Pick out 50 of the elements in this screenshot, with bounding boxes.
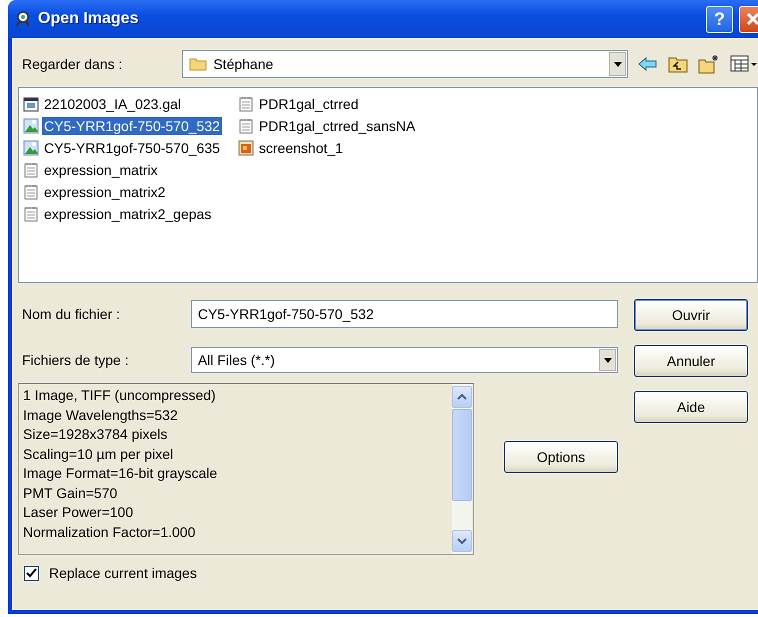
help-button[interactable]: Aide <box>634 391 748 423</box>
info-line: Scaling=10 µm per pixel <box>23 444 174 464</box>
image-file-icon <box>23 118 39 134</box>
info-line: Image Wavelengths=532 <box>23 406 179 425</box>
checkbox-label: Replace current images <box>49 565 197 581</box>
look-in-dropdown[interactable]: Stéphane <box>182 50 628 78</box>
info-line: 1 Image, TIFF (uncompressed) <box>23 386 217 405</box>
help-button[interactable]: ? <box>706 6 733 32</box>
file-item[interactable]: PDR1gal_ctrred <box>256 95 360 113</box>
scroll-up-icon[interactable] <box>457 394 467 400</box>
back-arrow-icon[interactable] <box>638 56 658 72</box>
folder-up-icon[interactable] <box>668 55 688 73</box>
text-file-icon <box>23 184 39 200</box>
file-type-label: Fichiers de type : <box>21 352 130 368</box>
file-name-label: Nom du fichier : <box>21 306 122 322</box>
image-file-icon <box>23 140 39 156</box>
close-button[interactable] <box>739 6 758 32</box>
folder-icon <box>189 57 208 71</box>
options-button[interactable]: Options <box>504 441 618 473</box>
look-in-label: Regarder dans : <box>21 56 124 72</box>
file-item[interactable]: PDR1gal_ctrred_sansNA <box>256 117 418 135</box>
file-item[interactable]: 22102003_IA_023.gal <box>42 95 184 113</box>
checkbox[interactable] <box>24 566 39 580</box>
file-item[interactable]: screenshot_1 <box>256 139 345 157</box>
file-item[interactable]: expression_matrix <box>42 161 160 179</box>
file-item[interactable]: CY5-YRR1gof-750-570_635 <box>42 139 222 157</box>
calendar-file-icon <box>23 96 39 112</box>
info-line: Image Format=16-bit grayscale <box>23 464 218 483</box>
file-item[interactable]: expression_matrix2_gepas <box>42 205 214 223</box>
magnifier-icon <box>14 10 32 28</box>
scroll-down-icon[interactable] <box>457 538 467 544</box>
picture-file-icon <box>238 140 254 156</box>
text-file-icon <box>23 206 39 222</box>
text-file-icon <box>23 162 39 178</box>
cancel-button[interactable]: Annuler <box>634 345 748 377</box>
info-line: Size=1928x3784 pixels <box>23 425 168 444</box>
view-menu-icon[interactable] <box>730 55 758 73</box>
info-line: Normalization Factor=1.000 <box>23 522 196 542</box>
new-folder-icon[interactable] <box>698 54 720 74</box>
file-item[interactable]: CY5-YRR1gof-750-570_532 <box>42 117 222 135</box>
info-line: Laser Power=100 <box>23 503 134 522</box>
scrollbar[interactable] <box>452 384 472 554</box>
info-line: PMT Gain=570 <box>23 484 118 502</box>
text-file-icon <box>238 118 254 134</box>
window-title: Open Images <box>38 10 138 28</box>
file-item[interactable]: expression_matrix2 <box>42 183 168 201</box>
text-file-icon <box>238 96 254 112</box>
open-button[interactable]: Ouvrir <box>634 299 748 331</box>
file-name-field[interactable]: CY5-YRR1gof-750-570_532 <box>190 300 618 328</box>
file-type-dropdown[interactable]: All Files (*.*) <box>190 347 618 373</box>
